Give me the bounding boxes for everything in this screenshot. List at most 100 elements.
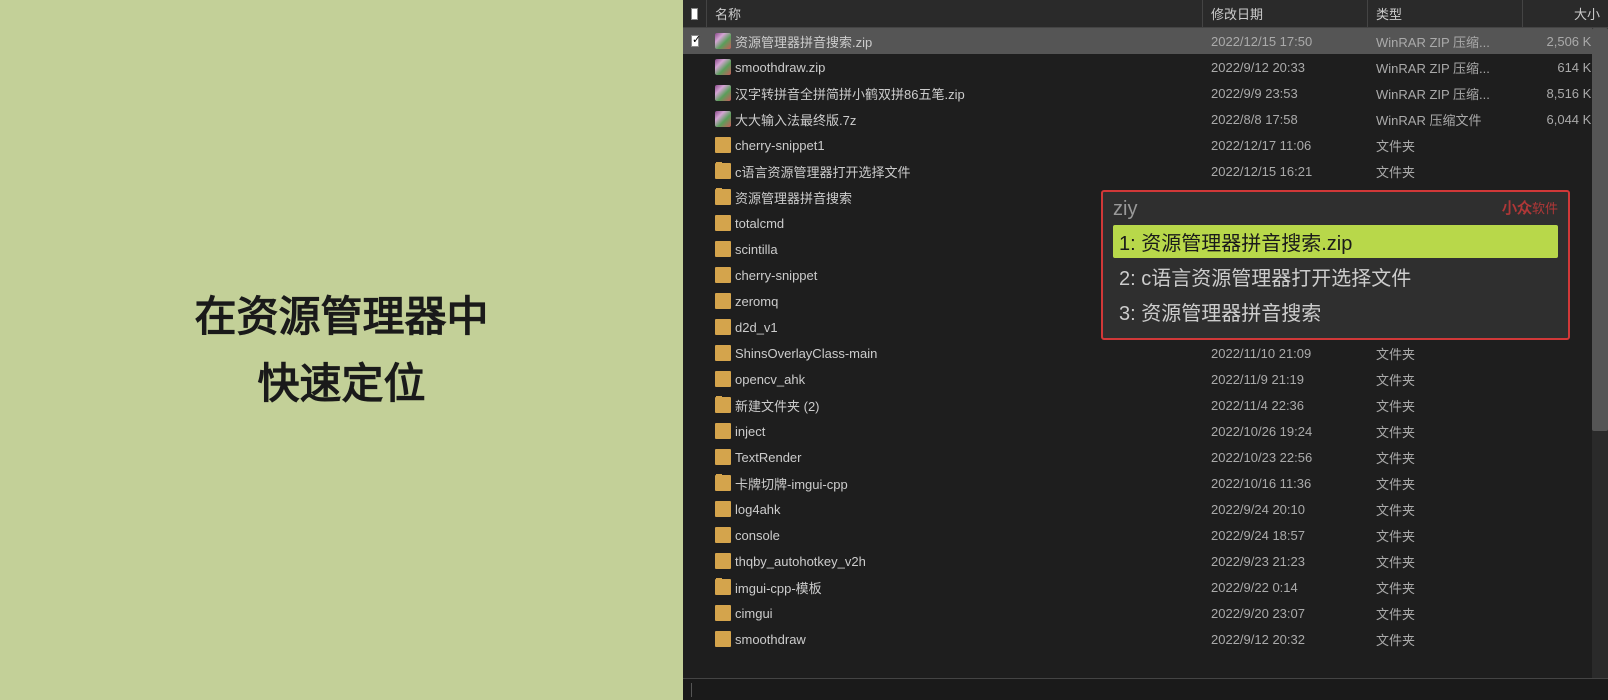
file-name-cell[interactable]: 新建文件夹 (2) <box>707 396 1203 415</box>
header-checkbox-cell[interactable] <box>683 0 707 27</box>
file-name-cell[interactable]: console <box>707 527 1203 543</box>
pinyin-search-popup: ziy 小众软件 1: 资源管理器拼音搜索.zip2: c语言资源管理器打开选择… <box>1101 190 1570 340</box>
file-type-cell: 文件夹 <box>1368 136 1523 155</box>
file-name-label: smoothdraw.zip <box>735 60 825 75</box>
file-name-cell[interactable]: inject <box>707 423 1203 439</box>
folder-icon <box>715 449 731 465</box>
folder-icon <box>715 345 731 361</box>
file-row[interactable]: cimgui2022/9/20 23:07文件夹 <box>683 600 1608 626</box>
select-all-checkbox[interactable] <box>691 8 698 20</box>
search-result-item[interactable]: 1: 资源管理器拼音搜索.zip <box>1113 225 1558 258</box>
file-name-cell[interactable]: smoothdraw.zip <box>707 59 1203 75</box>
folder-icon <box>715 267 731 283</box>
file-name-label: d2d_v1 <box>735 320 778 335</box>
file-name-cell[interactable]: cimgui <box>707 605 1203 621</box>
file-name-label: 资源管理器拼音搜索 <box>735 188 852 207</box>
file-date-cell: 2022/11/4 22:36 <box>1203 398 1368 413</box>
file-name-label: zeromq <box>735 294 778 309</box>
file-type-cell: WinRAR 压缩文件 <box>1368 110 1523 129</box>
file-name-cell[interactable]: c语言资源管理器打开选择文件 <box>707 162 1203 181</box>
file-row[interactable]: 新建文件夹 (2)2022/11/4 22:36文件夹 <box>683 392 1608 418</box>
file-name-cell[interactable]: log4ahk <box>707 501 1203 517</box>
folder-icon <box>715 293 731 309</box>
file-date-cell: 2022/11/10 21:09 <box>1203 346 1368 361</box>
file-name-cell[interactable]: 大大输入法最终版.7z <box>707 110 1203 129</box>
file-row[interactable]: cherry-snippet1 2022/12/17 11:06文件夹 <box>683 132 1608 158</box>
file-row[interactable]: smoothdraw.zip2022/9/12 20:33WinRAR ZIP … <box>683 54 1608 80</box>
file-name-cell[interactable]: ShinsOverlayClass-main <box>707 345 1203 361</box>
archive-icon <box>715 33 731 49</box>
file-type-cell: 文件夹 <box>1368 604 1523 623</box>
file-date-cell: 2022/9/24 18:57 <box>1203 528 1368 543</box>
file-name-label: thqby_autohotkey_v2h <box>735 554 866 569</box>
search-result-item[interactable]: 2: c语言资源管理器打开选择文件 <box>1113 260 1558 293</box>
search-results-list: 1: 资源管理器拼音搜索.zip2: c语言资源管理器打开选择文件3: 资源管理… <box>1113 225 1558 328</box>
column-header-name[interactable]: 名称 <box>707 0 1203 27</box>
search-result-item[interactable]: 3: 资源管理器拼音搜索 <box>1113 295 1558 328</box>
file-date-cell: 2022/12/15 17:50 <box>1203 34 1368 49</box>
file-row[interactable]: 卡牌切牌-imgui-cpp2022/10/16 11:36文件夹 <box>683 470 1608 496</box>
file-name-cell[interactable]: smoothdraw <box>707 631 1203 647</box>
file-name-cell[interactable]: 卡牌切牌-imgui-cpp <box>707 474 1203 493</box>
file-row[interactable]: inject2022/10/26 19:24文件夹 <box>683 418 1608 444</box>
file-name-label: ShinsOverlayClass-main <box>735 346 877 361</box>
file-name-label: console <box>735 528 780 543</box>
row-checkbox[interactable] <box>691 35 699 47</box>
file-name-cell[interactable]: imgui-cpp-模板 <box>707 578 1203 597</box>
file-type-cell: WinRAR ZIP 压缩... <box>1368 84 1523 103</box>
file-row[interactable]: ShinsOverlayClass-main 2022/11/10 21:09文件… <box>683 340 1608 366</box>
file-type-cell: WinRAR ZIP 压缩... <box>1368 58 1523 77</box>
file-name-label: log4ahk <box>735 502 781 517</box>
file-date-cell: 2022/12/17 11:06 <box>1203 138 1368 153</box>
file-type-cell: 文件夹 <box>1368 370 1523 389</box>
archive-icon <box>715 85 731 101</box>
folder-icon <box>715 423 731 439</box>
file-name-label: cherry-snippet1 <box>735 138 825 153</box>
file-name-cell[interactable]: 汉字转拼音全拼简拼小鹤双拼86五笔.zip <box>707 84 1203 103</box>
file-type-cell: 文件夹 <box>1368 630 1523 649</box>
file-type-cell: 文件夹 <box>1368 344 1523 363</box>
file-row[interactable]: smoothdraw2022/9/12 20:32文件夹 <box>683 626 1608 652</box>
file-name-label: 卡牌切牌-imgui-cpp <box>735 474 848 493</box>
file-type-cell: 文件夹 <box>1368 422 1523 441</box>
column-header-row: 名称 修改日期 类型 大小 <box>683 0 1608 28</box>
file-date-cell: 2022/11/9 21:19 <box>1203 372 1368 387</box>
file-row[interactable]: thqby_autohotkey_v2h2022/9/23 21:23文件夹 <box>683 548 1608 574</box>
file-row[interactable]: opencv_ahk 2022/11/9 21:19文件夹 <box>683 366 1608 392</box>
file-name-cell[interactable]: TextRender <box>707 449 1203 465</box>
file-type-cell: 文件夹 <box>1368 396 1523 415</box>
file-name-label: opencv_ahk <box>735 372 805 387</box>
scrollbar-thumb[interactable] <box>1592 28 1608 431</box>
file-name-label: smoothdraw <box>735 632 806 647</box>
file-list[interactable]: 资源管理器拼音搜索.zip2022/12/15 17:50WinRAR ZIP … <box>683 28 1608 678</box>
explorer-window: 名称 修改日期 类型 大小 资源管理器拼音搜索.zip2022/12/15 17… <box>683 0 1608 700</box>
file-name-cell[interactable]: opencv_ahk <box>707 371 1203 387</box>
file-name-cell[interactable]: cherry-snippet1 <box>707 137 1203 153</box>
column-header-size[interactable]: 大小 <box>1523 0 1608 27</box>
file-name-label: imgui-cpp-模板 <box>735 578 822 597</box>
file-name-cell[interactable]: thqby_autohotkey_v2h <box>707 553 1203 569</box>
title-text: 在资源管理器中 快速定位 <box>194 283 488 417</box>
file-row[interactable]: 资源管理器拼音搜索.zip2022/12/15 17:50WinRAR ZIP … <box>683 28 1608 54</box>
vertical-scrollbar[interactable] <box>1592 28 1608 678</box>
folder-icon <box>715 137 731 153</box>
title-line-1: 在资源管理器中 <box>194 283 488 350</box>
file-name-label: 大大输入法最终版.7z <box>735 110 856 129</box>
file-row[interactable]: 大大输入法最终版.7z2022/8/8 17:58WinRAR 压缩文件6,04… <box>683 106 1608 132</box>
folder-icon <box>715 163 731 179</box>
column-header-type[interactable]: 类型 <box>1368 0 1523 27</box>
file-row[interactable]: c语言资源管理器打开选择文件2022/12/15 16:21文件夹 <box>683 158 1608 184</box>
search-query-text[interactable]: ziy <box>1113 198 1137 221</box>
file-row[interactable]: console2022/9/24 18:57文件夹 <box>683 522 1608 548</box>
archive-icon <box>715 111 731 127</box>
column-header-date[interactable]: 修改日期 <box>1203 0 1368 27</box>
file-date-cell: 2022/8/8 17:58 <box>1203 112 1368 127</box>
file-date-cell: 2022/10/16 11:36 <box>1203 476 1368 491</box>
file-row[interactable]: TextRender2022/10/23 22:56文件夹 <box>683 444 1608 470</box>
file-date-cell: 2022/9/24 20:10 <box>1203 502 1368 517</box>
file-row[interactable]: imgui-cpp-模板2022/9/22 0:14文件夹 <box>683 574 1608 600</box>
file-row[interactable]: log4ahk2022/9/24 20:10文件夹 <box>683 496 1608 522</box>
row-checkbox-cell[interactable] <box>683 35 707 47</box>
file-name-cell[interactable]: 资源管理器拼音搜索.zip <box>707 32 1203 51</box>
file-row[interactable]: 汉字转拼音全拼简拼小鹤双拼86五笔.zip2022/9/9 23:53WinRA… <box>683 80 1608 106</box>
